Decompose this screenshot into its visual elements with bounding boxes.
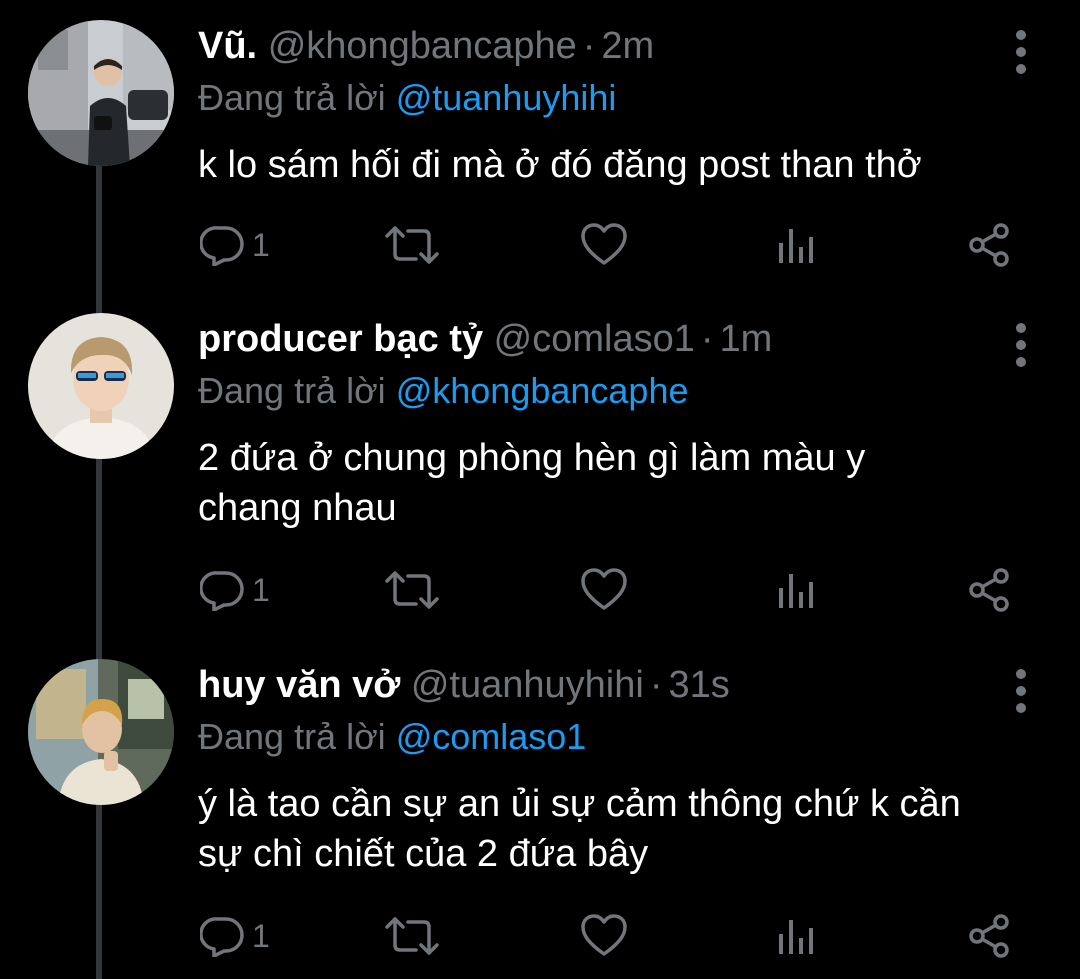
reply-button[interactable]: 1 <box>200 911 270 961</box>
reply-button[interactable]: 1 <box>200 220 270 270</box>
tweet-header: huy văn vở @tuanhuyhihi · 31s <box>198 661 730 709</box>
replying-to: Đang trả lời @tuanhuyhihi <box>198 75 616 121</box>
separator-dot: · <box>582 25 596 67</box>
share-icon <box>969 223 1009 267</box>
action-bar: 1 <box>198 911 1058 961</box>
timestamp[interactable]: 2m <box>601 25 654 67</box>
reply-button[interactable]: 1 <box>200 565 270 615</box>
replying-to: Đang trả lời @comlaso1 <box>198 714 586 760</box>
avatar[interactable] <box>28 313 174 459</box>
share-icon <box>969 914 1009 958</box>
share-button[interactable] <box>966 565 1012 615</box>
analytics-icon <box>779 574 813 608</box>
avatar[interactable] <box>28 659 174 805</box>
more-options-icon[interactable] <box>1008 669 1034 713</box>
separator-dot: · <box>700 318 714 360</box>
reply-count: 1 <box>252 571 270 608</box>
tweet-text: k lo sám hối đi mà ở đó đăng post than t… <box>198 144 922 186</box>
reply-icon <box>200 226 244 266</box>
replying-to-handle[interactable]: @khongbancaphe <box>396 370 689 411</box>
timestamp[interactable]: 31s <box>669 664 730 706</box>
analytics-button[interactable] <box>776 911 816 961</box>
action-bar: 1 <box>198 220 1058 270</box>
retweet-button[interactable] <box>384 565 440 615</box>
handle[interactable]: @comlaso1 <box>494 318 695 360</box>
tweet[interactable]: producer bạc tỷ @comlaso1 · 1m Đang trả lờ… <box>0 313 1080 615</box>
like-icon <box>581 568 627 610</box>
reply-icon <box>200 917 244 957</box>
reply-count: 1 <box>252 226 270 263</box>
display-name[interactable]: producer bạc tỷ <box>198 318 483 360</box>
replying-to-label: Đang trả lời <box>198 370 386 411</box>
like-button[interactable] <box>580 220 628 270</box>
like-icon <box>581 223 627 265</box>
like-icon <box>581 914 627 956</box>
tweet[interactable]: Vũ. @khongbancaphe · 2m Đang trả lời @tuan… <box>0 20 1080 272</box>
retweet-icon <box>385 226 439 264</box>
analytics-button[interactable] <box>776 565 816 615</box>
analytics-button[interactable] <box>776 220 816 270</box>
retweet-button[interactable] <box>384 220 440 270</box>
tweet-header: producer bạc tỷ @comlaso1 · 1m <box>198 315 772 363</box>
more-options-icon[interactable] <box>1008 30 1034 74</box>
avatar-photo-icon <box>28 659 174 805</box>
share-button[interactable] <box>966 911 1012 961</box>
separator-dot: · <box>649 664 663 706</box>
replying-to-handle[interactable]: @tuanhuyhihi <box>396 77 617 118</box>
more-options-icon[interactable] <box>1008 323 1034 367</box>
tweet[interactable]: huy văn vở @tuanhuyhihi · 31s Đang trả lời… <box>0 659 1080 961</box>
reply-count: 1 <box>252 917 270 954</box>
replying-to-handle[interactable]: @comlaso1 <box>396 716 587 757</box>
timestamp[interactable]: 1m <box>720 318 773 360</box>
analytics-icon <box>779 920 813 954</box>
handle[interactable]: @tuanhuyhihi <box>411 664 644 706</box>
avatar[interactable] <box>28 20 174 166</box>
like-button[interactable] <box>580 565 628 615</box>
tweet-header: Vũ. @khongbancaphe · 2m <box>198 22 654 70</box>
tweet-text: ý là tao cần sự an ủi sự cảm thông chứ k… <box>198 783 961 875</box>
replying-to-label: Đang trả lời <box>198 716 386 757</box>
tweet-text: 2 đứa ở chung phòng hèn gì làm màu y cha… <box>198 437 866 529</box>
like-button[interactable] <box>580 911 628 961</box>
replying-to-label: Đang trả lời <box>198 77 386 118</box>
share-button[interactable] <box>966 220 1012 270</box>
handle[interactable]: @khongbancaphe <box>268 25 577 67</box>
display-name[interactable]: Vũ. <box>198 25 257 67</box>
retweet-button[interactable] <box>384 911 440 961</box>
display-name[interactable]: huy văn vở <box>198 664 400 706</box>
action-bar: 1 <box>198 565 1058 615</box>
share-icon <box>969 568 1009 612</box>
replying-to: Đang trả lời @khongbancaphe <box>198 368 688 414</box>
avatar-photo-icon <box>28 313 174 459</box>
retweet-icon <box>385 571 439 609</box>
analytics-icon <box>779 229 813 263</box>
retweet-icon <box>385 917 439 955</box>
avatar-photo-icon <box>28 20 174 166</box>
reply-icon <box>200 571 244 611</box>
